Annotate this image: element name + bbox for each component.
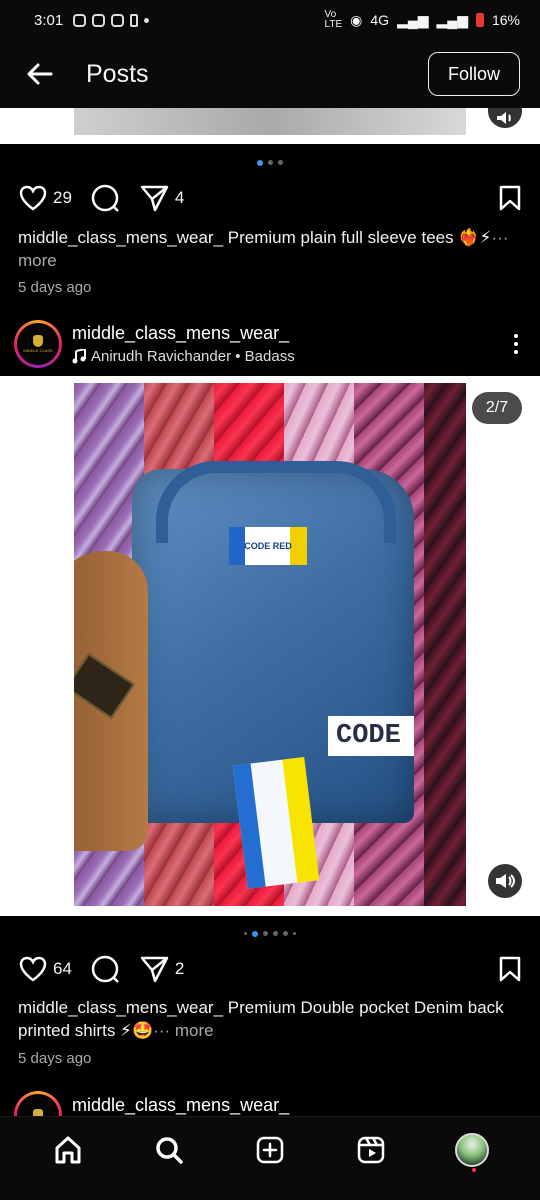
brand-logo-text: MIDDLE CLASS bbox=[23, 348, 53, 353]
bookmark-icon[interactable] bbox=[498, 956, 522, 982]
comment-icon bbox=[91, 184, 119, 212]
comment-action[interactable] bbox=[90, 954, 121, 985]
hotspot-icon: ◉ bbox=[350, 11, 363, 28]
brand-label: CODE RED bbox=[229, 527, 307, 565]
more-notifications-icon bbox=[144, 17, 150, 23]
carousel-indicator bbox=[0, 160, 540, 166]
post-caption: middle_class_mens_wear_ Premium plain fu… bbox=[18, 226, 522, 272]
post-actions: 29 4 bbox=[0, 178, 540, 218]
post-image: CODE RED CODE bbox=[74, 383, 466, 906]
caption-username[interactable]: middle_class_mens_wear_ bbox=[18, 998, 223, 1017]
network-type: 4G bbox=[370, 12, 390, 28]
profile-avatar: MIDDLE CLASS bbox=[17, 323, 59, 365]
post-media[interactable]: CODE RED CODE 2/7 bbox=[0, 376, 540, 916]
signal-icon: ▂▄▆ bbox=[397, 11, 429, 28]
post-username[interactable]: middle_class_mens_wear_ bbox=[72, 323, 295, 344]
carousel-dot bbox=[252, 931, 258, 937]
notification-icons bbox=[73, 13, 150, 27]
status-bar: 3:01 Vo LTE ◉ 4G ▂▄▆ ▂▄▆ 16% bbox=[0, 0, 540, 40]
post-caption: middle_class_mens_wear_ Premium Double p… bbox=[18, 996, 522, 1042]
app-header: Posts Follow bbox=[0, 40, 540, 108]
search-icon[interactable] bbox=[145, 1126, 193, 1174]
back-arrow-icon[interactable] bbox=[20, 54, 60, 94]
page-title: Posts bbox=[86, 59, 149, 88]
bookmark-icon[interactable] bbox=[498, 185, 522, 211]
post-timestamp: 5 days ago bbox=[18, 1050, 92, 1067]
follow-button[interactable]: Follow bbox=[428, 52, 520, 96]
post-image bbox=[74, 108, 466, 135]
carousel-dot bbox=[273, 931, 278, 936]
media-counter: 2/7 bbox=[472, 392, 522, 424]
caption-username[interactable]: middle_class_mens_wear_ bbox=[18, 228, 223, 247]
user-avatar bbox=[454, 1132, 489, 1172]
heart-icon bbox=[19, 185, 47, 211]
share-count: 4 bbox=[174, 188, 185, 207]
comment-icon bbox=[91, 955, 119, 983]
instagram-notification-icon bbox=[73, 13, 87, 27]
carousel-indicator bbox=[0, 931, 540, 937]
post-header: middle_class_mens_wear_ bbox=[0, 1087, 540, 1119]
reels-icon[interactable] bbox=[347, 1126, 395, 1174]
speaker-icon[interactable] bbox=[488, 864, 522, 898]
signal-icon: ▂▄▆ bbox=[436, 11, 468, 28]
share-action[interactable]: 4 bbox=[139, 183, 184, 213]
audio-attribution[interactable]: Anirudh Ravichander • Badass bbox=[72, 348, 295, 365]
post-timestamp: 5 days ago bbox=[18, 279, 92, 296]
heart-icon bbox=[19, 956, 47, 982]
profile-icon[interactable] bbox=[448, 1126, 496, 1174]
app-notification-icon bbox=[130, 13, 139, 27]
share-icon bbox=[140, 956, 169, 983]
share-icon bbox=[140, 185, 169, 212]
like-count: 64 bbox=[53, 959, 72, 978]
carousel-dot bbox=[244, 932, 247, 935]
instagram-notification-icon bbox=[92, 13, 106, 27]
volte-icon: Vo LTE bbox=[324, 9, 343, 30]
bottom-navigation bbox=[0, 1116, 540, 1200]
hang-tag bbox=[232, 757, 318, 889]
status-time: 3:01 bbox=[34, 11, 64, 29]
battery-percent: 16% bbox=[491, 12, 520, 28]
profile-avatar-ring[interactable] bbox=[14, 1091, 62, 1119]
post-actions: 64 2 bbox=[0, 949, 540, 989]
instagram-notification-icon bbox=[111, 13, 125, 27]
like-count: 29 bbox=[53, 188, 72, 207]
audio-title: Anirudh Ravichander • Badass bbox=[91, 348, 295, 365]
caption-text: Premium plain full sleeve tees ❤️‍🔥⚡ bbox=[227, 228, 492, 247]
like-action[interactable]: 64 bbox=[18, 955, 72, 983]
more-vertical-icon[interactable] bbox=[506, 334, 526, 354]
carousel-dot bbox=[293, 932, 296, 935]
carousel-dot bbox=[283, 931, 288, 936]
comment-action[interactable] bbox=[90, 183, 121, 214]
code-patch: CODE bbox=[328, 716, 414, 756]
caption-more[interactable]: ··· more bbox=[153, 1021, 213, 1040]
share-count: 2 bbox=[174, 959, 185, 978]
battery-icon bbox=[475, 13, 484, 27]
carousel-dot bbox=[263, 931, 268, 936]
share-action[interactable]: 2 bbox=[139, 954, 184, 984]
like-action[interactable]: 29 bbox=[18, 184, 72, 212]
carousel-dot bbox=[268, 160, 273, 165]
home-icon[interactable] bbox=[44, 1126, 92, 1174]
post-username[interactable]: middle_class_mens_wear_ bbox=[72, 1095, 289, 1116]
music-note-icon bbox=[72, 349, 86, 364]
carousel-dot bbox=[257, 160, 263, 166]
speaker-icon[interactable] bbox=[488, 108, 522, 128]
post-header: MIDDLE CLASS middle_class_mens_wear_ Ani… bbox=[0, 314, 540, 374]
carousel-dot bbox=[278, 160, 283, 165]
sweater-background bbox=[424, 383, 466, 906]
brand-logo-icon bbox=[33, 335, 43, 347]
previous-post-media[interactable] bbox=[0, 108, 540, 144]
profile-avatar-ring[interactable]: MIDDLE CLASS bbox=[14, 320, 62, 368]
create-icon[interactable] bbox=[246, 1126, 294, 1174]
